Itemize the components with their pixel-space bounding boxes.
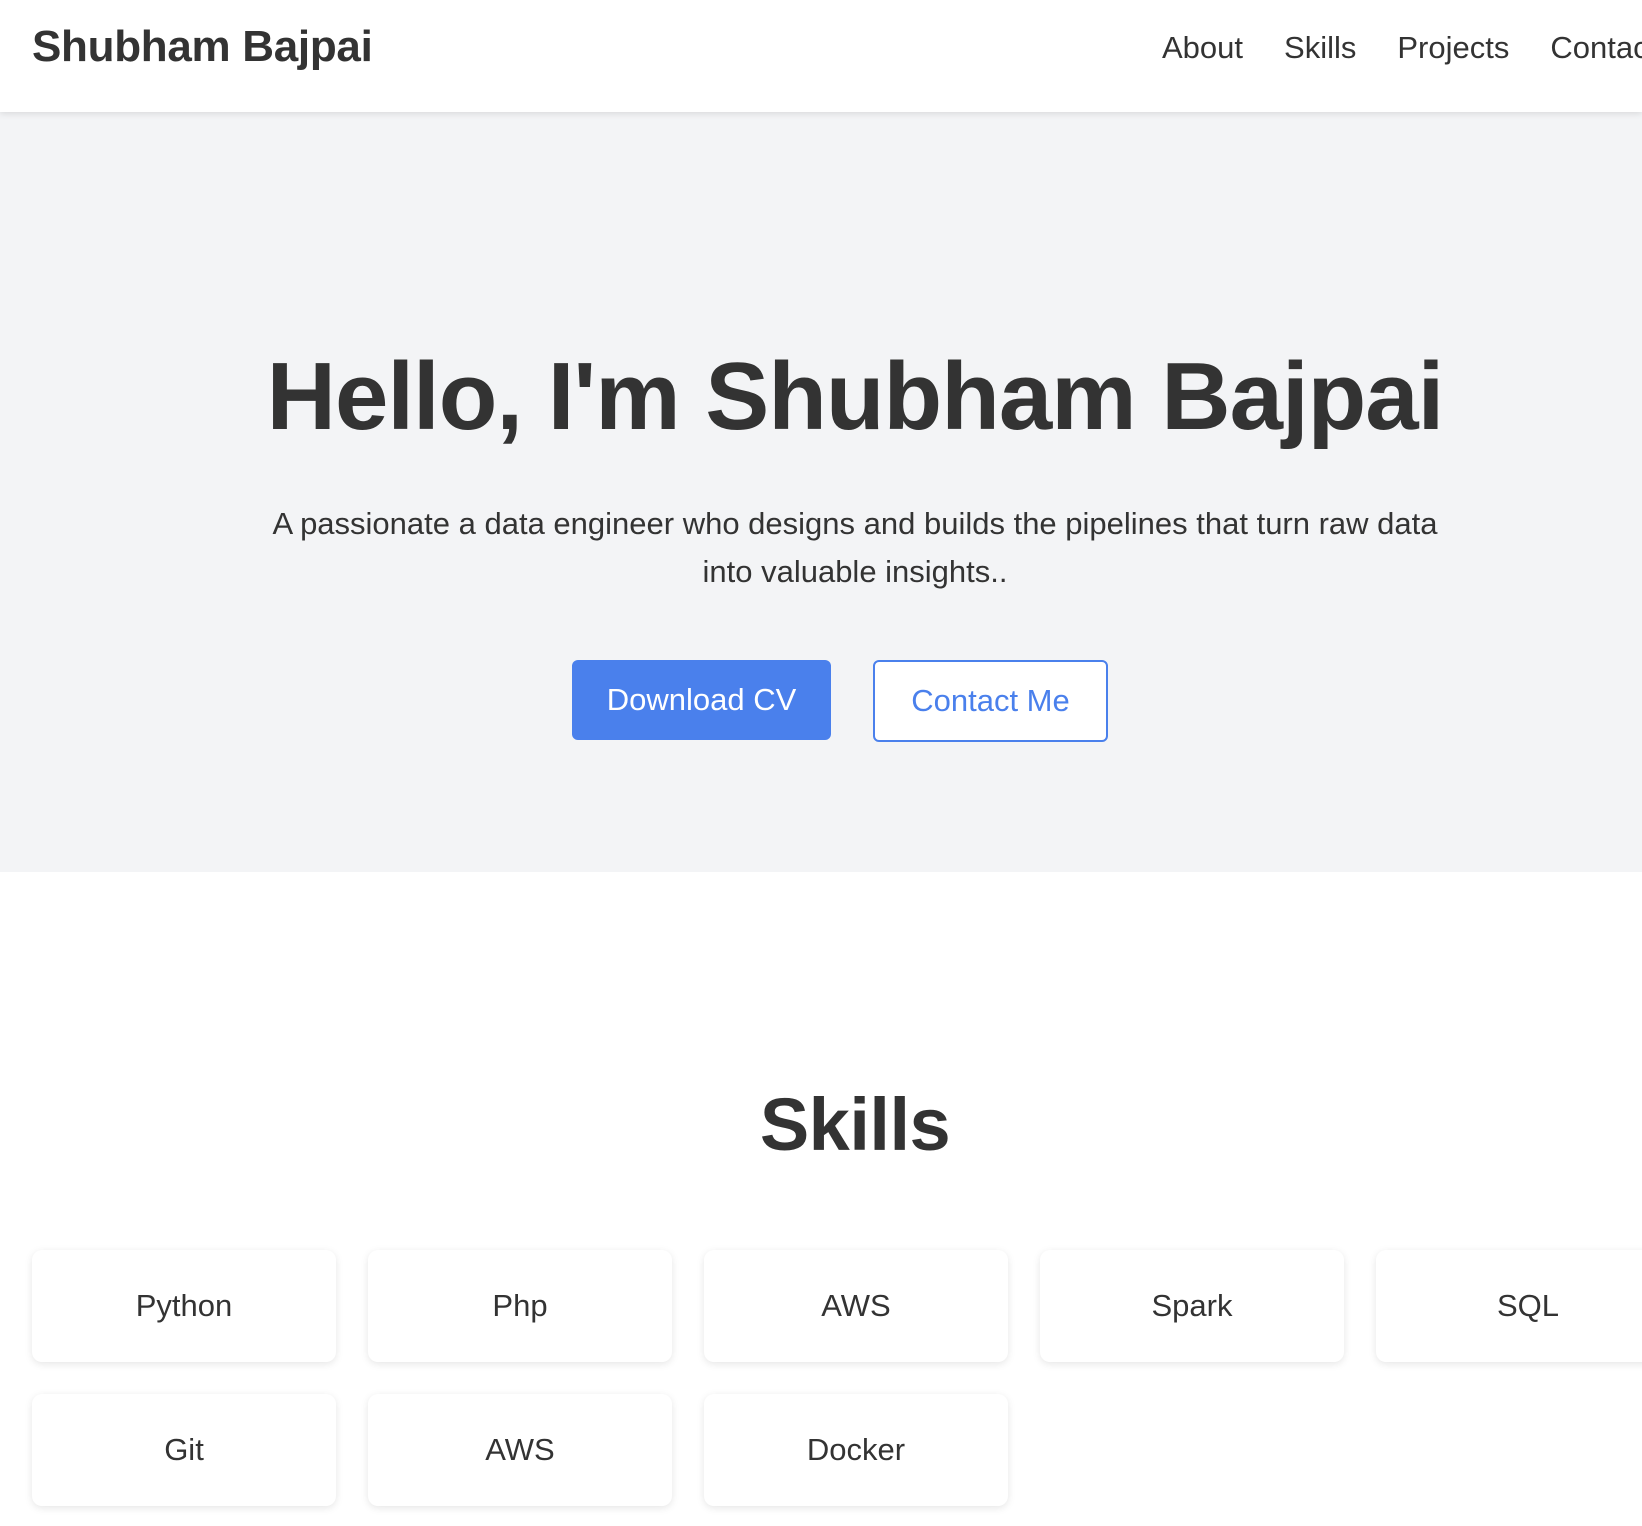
- hero-title: Hello, I'm Shubham Bajpai: [266, 343, 1445, 450]
- nav-link-skills[interactable]: Skills: [1284, 30, 1356, 66]
- skills-title: Skills: [759, 1083, 951, 1166]
- site-header: Shubham Bajpai About Skills Projects Con…: [0, 0, 1642, 112]
- hero-buttons: Download CV Contact Me: [572, 660, 1108, 742]
- brand-logo-text[interactable]: Shubham Bajpai: [32, 22, 373, 72]
- contact-me-button[interactable]: Contact Me: [873, 660, 1108, 742]
- nav-link-about[interactable]: About: [1162, 30, 1243, 66]
- skill-card: AWS: [704, 1250, 1008, 1362]
- skills-grid: Python Php AWS Spark SQL Git AWS Docker: [32, 1250, 1642, 1506]
- skill-card: Docker: [704, 1394, 1008, 1506]
- hero-subtitle: A passionate a data engineer who designs…: [272, 506, 1438, 589]
- skill-card: Python: [32, 1250, 336, 1362]
- skill-card: Git: [32, 1394, 336, 1506]
- nav-link-projects[interactable]: Projects: [1397, 30, 1509, 66]
- skills-section: Skills Python Php AWS Spark SQL Git AWS …: [0, 872, 1642, 1526]
- skill-card: Spark: [1040, 1250, 1344, 1362]
- download-cv-button[interactable]: Download CV: [572, 660, 831, 740]
- skill-card: Php: [368, 1250, 672, 1362]
- skill-card: AWS: [368, 1394, 672, 1506]
- hero-section: Hello, I'm Shubham Bajpai A passionate a…: [0, 112, 1642, 872]
- nav-link-contact[interactable]: Contact: [1550, 30, 1642, 66]
- skill-card: SQL: [1376, 1250, 1642, 1362]
- main-nav: About Skills Projects Contact: [1162, 30, 1642, 66]
